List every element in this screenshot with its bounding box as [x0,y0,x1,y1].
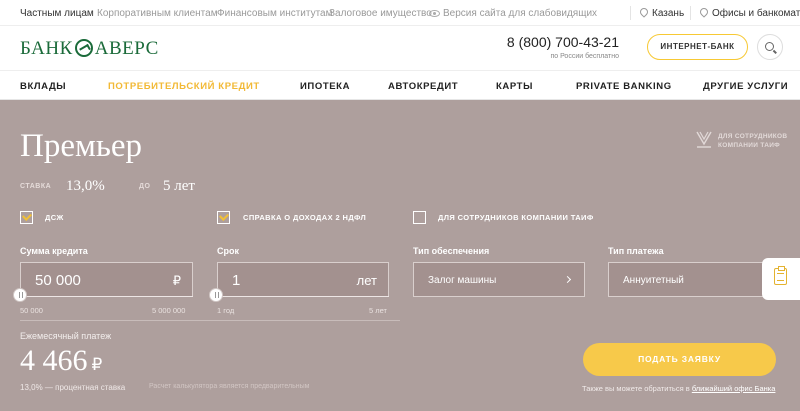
taif-badge-line: КОМПАНИИ ТАИФ [718,142,781,149]
amount-slider-track[interactable] [20,296,193,297]
disclaimer: Расчет калькулятора является предварител… [149,383,310,390]
nearest-office-link[interactable]: ближайший офис Банка [692,384,776,393]
amount-max: 5 000 000 [152,306,186,315]
term-label: Срок [217,246,239,256]
phone-number[interactable]: 8 (800) 700-43-21 [507,34,619,50]
rate-value: 13,0% [66,178,105,194]
accessibility-link[interactable]: Версия сайта для слабовидящих [429,8,597,19]
logo-text-right: АВЕРС [94,38,159,59]
amount-label: Сумма кредита [20,246,88,256]
term-max: 5 лет [369,306,387,315]
income-certificate-label: СПРАВКА О ДОХОДАХ 2 НДФЛ [243,213,367,222]
clipboard-icon [774,266,787,285]
apply-button[interactable]: ПОДАТЬ ЗАЯВКУ [583,343,776,376]
payment-type-select[interactable]: Аннуитетный [608,262,768,297]
collateral-label: Тип обеспечения [413,246,490,256]
taif-employee-checkbox[interactable] [413,211,426,224]
office-note: Также вы можете обратиться в ближайший о… [582,384,775,393]
search-icon [765,42,774,51]
amount-value: 50 000 [35,272,81,289]
nav-item-mortgage[interactable]: ИПОТЕКА [300,81,350,92]
nav-item-consumer-credit[interactable]: ПОТРЕБИТЕЛЬСКИЙ КРЕДИТ [108,81,260,92]
nav-item-autocredit[interactable]: АВТОКРЕДИТ [388,81,458,92]
dszh-checkbox[interactable] [20,211,33,224]
offices-label: Офисы и банкоматы [712,8,800,19]
rate-footnote: 13,0% — процентная ставка [20,383,126,392]
term-slider-handle[interactable] [209,288,223,302]
payment-type-value: Аннуитетный [623,275,684,286]
city-selector[interactable]: Казань [638,6,685,19]
accessibility-label: Версия сайта для слабовидящих [443,8,598,19]
term-max-value: 5 лет [163,178,195,194]
application-form-tab[interactable] [762,258,800,300]
logo-text-left: БАНК [20,38,73,59]
taif-logo-icon [696,131,712,148]
city-label: Казань [652,8,685,19]
monthly-payment-label: Ежемесячный платеж [20,331,112,341]
term-input[interactable]: 1 лет [217,262,389,297]
main-nav: ВКЛАДЫ ПОТРЕБИТЕЛЬСКИЙ КРЕДИТ ИПОТЕКА АВ… [0,70,800,100]
product-title: Премьер [20,128,143,164]
chevron-right-icon [563,275,572,284]
nav-item-deposits[interactable]: ВКЛАДЫ [20,81,66,92]
header: БАНК АВЕРС 8 (800) 700-43-21 по России бе… [0,26,800,70]
payment-type-label: Тип платежа [608,246,664,256]
collateral-select[interactable]: Залог машины [413,262,585,297]
segment-collateral[interactable]: Залоговое имущество [329,8,432,19]
collateral-value: Залог машины [428,275,497,286]
taif-badge: ДЛЯ СОТРУДНИКОВ КОМПАНИИ ТАИФ [718,132,787,150]
logo-mark-icon [74,39,93,57]
term-unit: лет [356,273,377,288]
amount-min: 50 000 [20,306,43,315]
taif-employee-label: ДЛЯ СОТРУДНИКОВ КОМПАНИИ ТАИФ [438,213,594,222]
income-certificate-checkbox[interactable] [217,211,230,224]
segment-financial[interactable]: Финансовым институтам [217,8,333,19]
rate-label: СТАВКА [20,183,52,190]
office-note-text: Также вы можете обратиться в [582,384,690,393]
taif-badge-line: ДЛЯ СОТРУДНИКОВ [718,133,788,140]
segment-private[interactable]: Частным лицам [20,8,94,19]
segment-corporate[interactable]: Корпоративным клиентам [97,8,218,19]
monthly-payment-amount: 4 466 ₽ [20,344,102,378]
amount-input[interactable]: 50 000 ₽ [20,262,193,297]
term-slider-track[interactable] [217,296,389,297]
top-utility-bar: Частным лицам Корпоративным клиентам Фин… [0,0,800,26]
divider [690,6,691,20]
search-button[interactable] [757,34,783,60]
offices-link[interactable]: Офисы и банкоматы [698,6,800,19]
internet-bank-button[interactable]: ИНТЕРНЕТ-БАНК [647,34,748,60]
location-pin-icon [638,6,650,18]
nav-item-private-banking[interactable]: PRIVATE BANKING [576,81,672,92]
dszh-label: ДСЖ [45,213,64,222]
term-max-label: ДО [139,183,151,190]
currency-sign: ₽ [91,355,103,374]
divider [20,320,400,321]
bank-logo[interactable]: БАНК АВЕРС [20,38,159,60]
location-pin-icon [698,6,710,18]
amount-slider-handle[interactable] [13,288,27,302]
nav-item-other-services[interactable]: ДРУГИЕ УСЛУГИ [703,81,788,92]
term-min: 1 год [217,306,235,315]
phone-note: по России бесплатно [550,53,619,60]
eye-icon [429,10,440,17]
divider [630,6,631,20]
term-value: 1 [232,272,241,289]
nav-item-cards[interactable]: КАРТЫ [496,81,533,92]
currency-sign: ₽ [172,273,181,288]
credit-calculator: Премьер ДЛЯ СОТРУДНИКОВ КОМПАНИИ ТАИФ СТ… [0,100,800,411]
monthly-payment-value: 4 466 [20,344,88,377]
